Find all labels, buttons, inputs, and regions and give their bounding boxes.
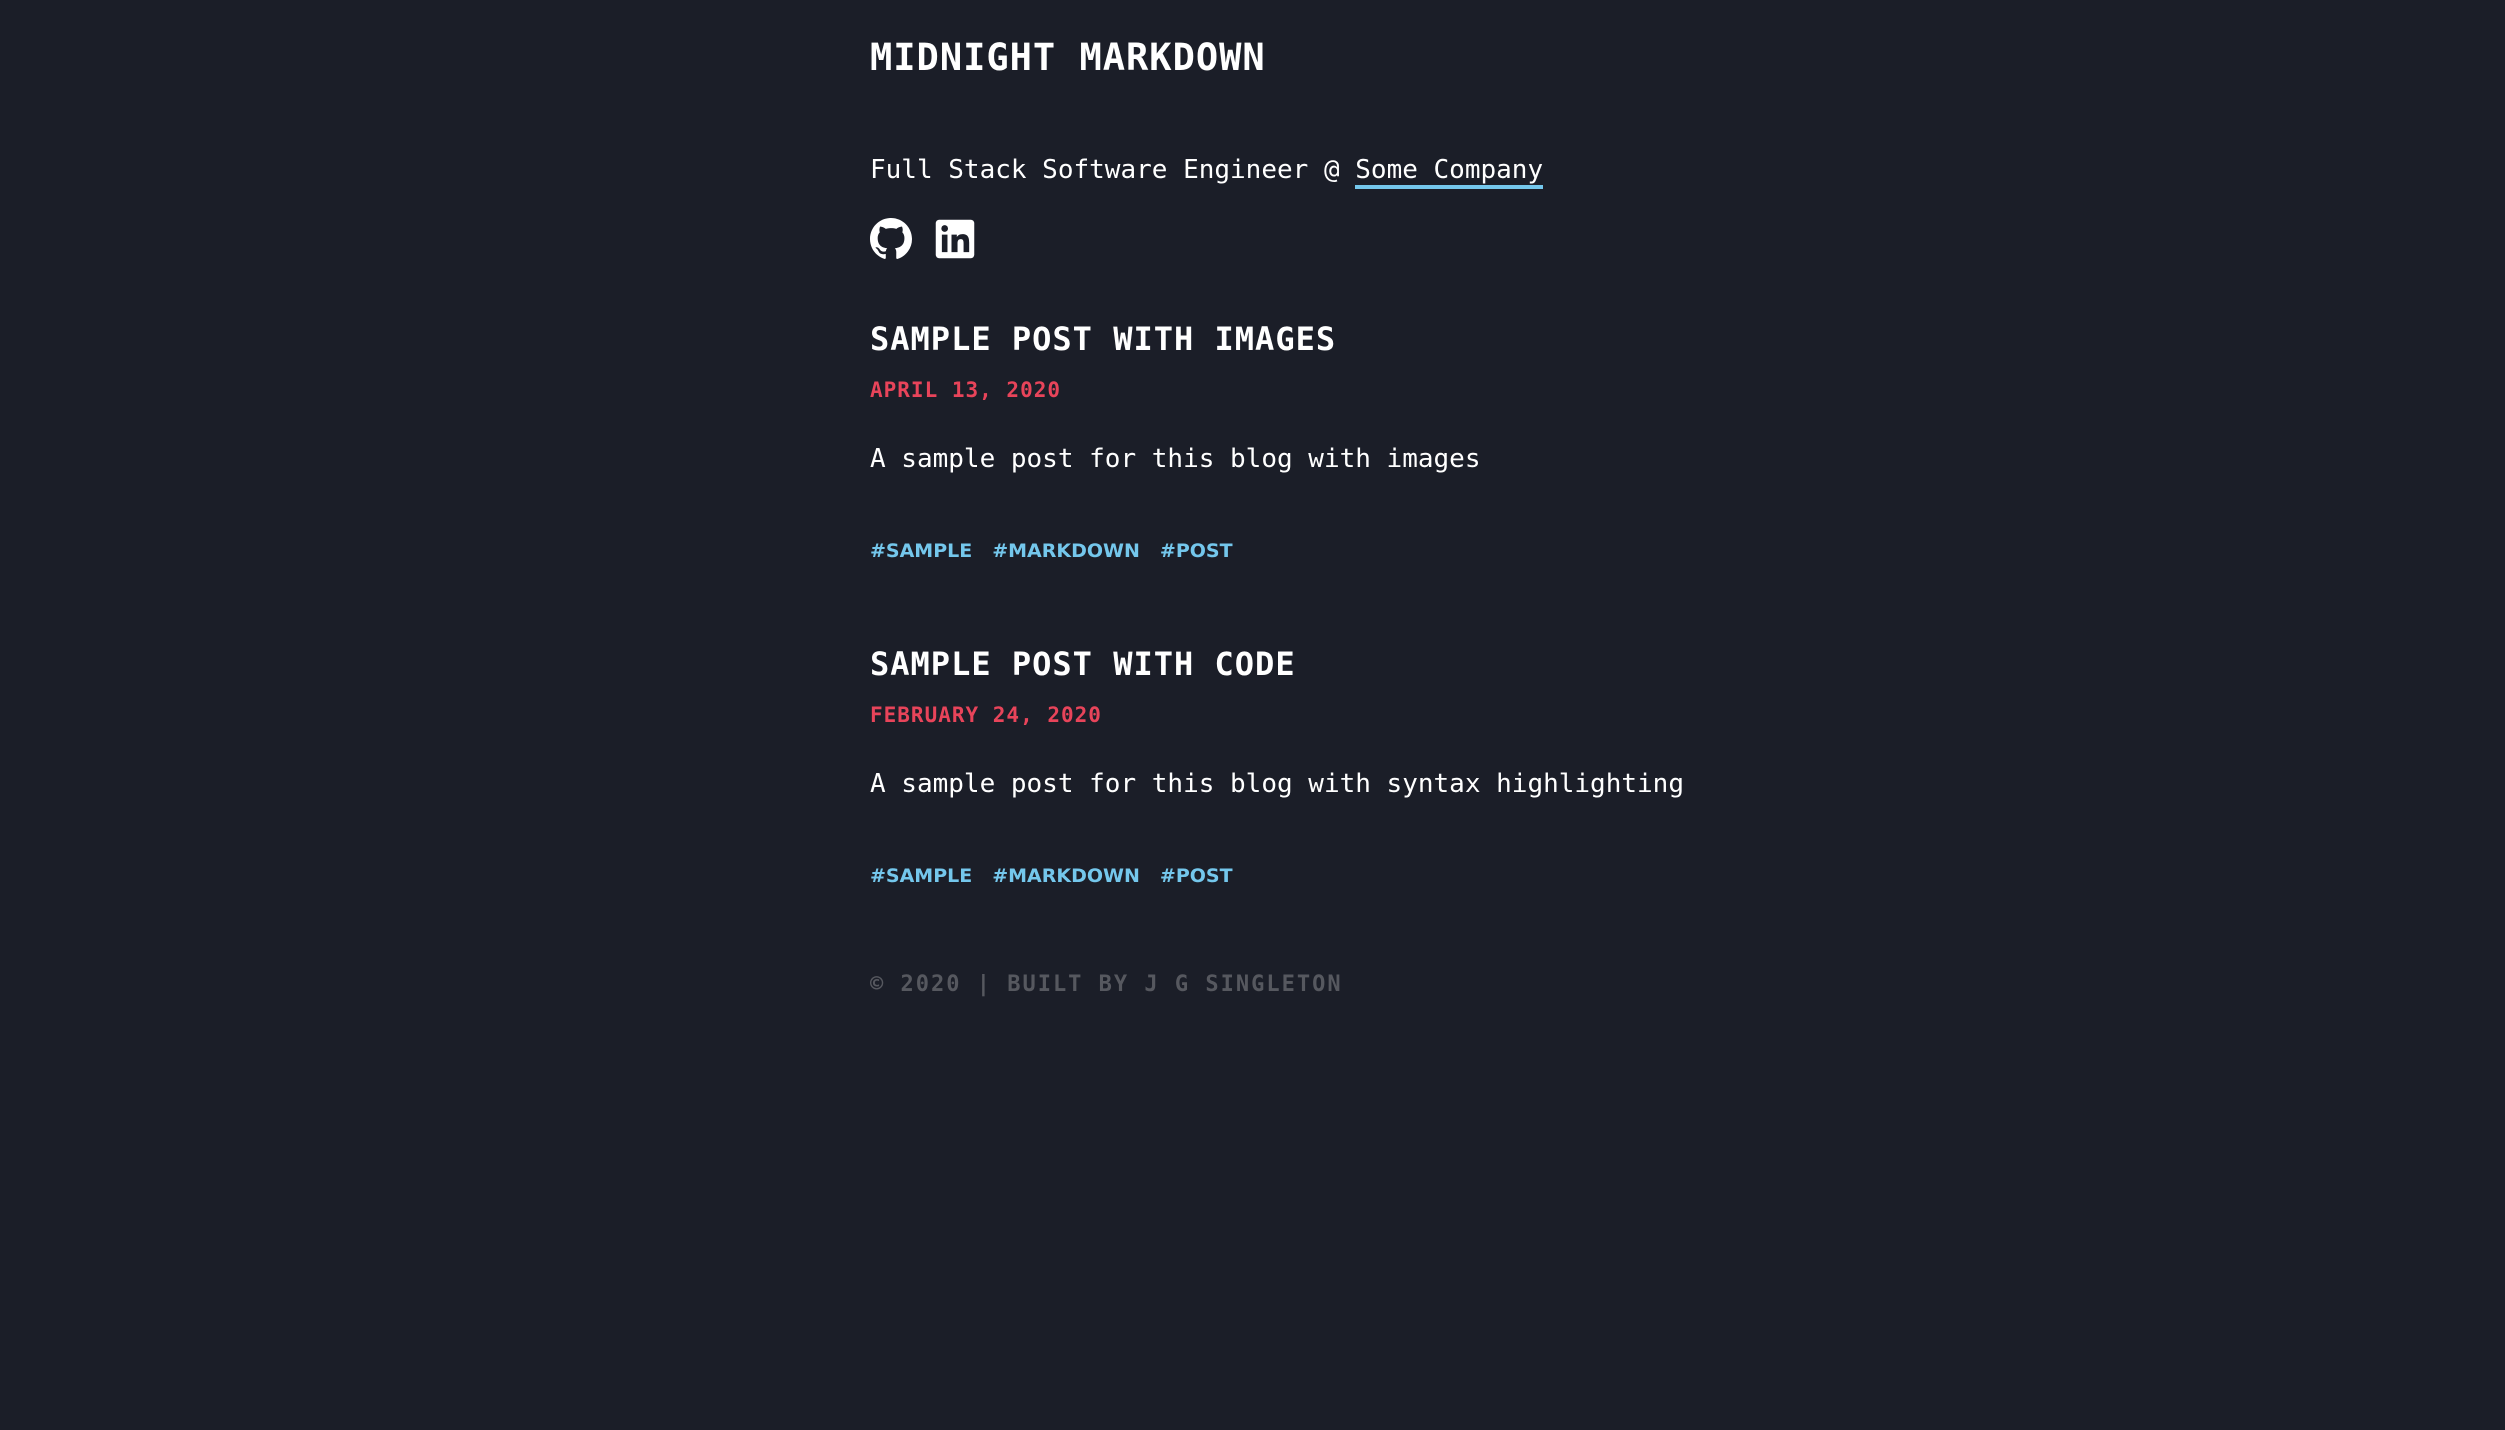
bio-text: Full Stack Software Engineer @ [870, 155, 1356, 185]
tag-post[interactable]: #POST [1160, 540, 1233, 562]
linkedin-icon [935, 219, 975, 259]
company-link[interactable]: Some Company [1355, 155, 1544, 189]
tag-markdown[interactable]: #MARKDOWN [992, 540, 1140, 562]
post-date: FEBRUARY 24, 2020 [870, 703, 1102, 727]
footer: © 2020 | BUILT BY J G SINGLETON [870, 972, 1343, 997]
post-title[interactable]: SAMPLE POST WITH IMAGES [870, 320, 1336, 358]
tag-sample[interactable]: #SAMPLE [870, 540, 972, 562]
tag-markdown[interactable]: #MARKDOWN [992, 865, 1140, 887]
tag-post[interactable]: #POST [1160, 865, 1233, 887]
post-date: APRIL 13, 2020 [870, 378, 1062, 402]
github-icon [870, 218, 912, 259]
tag-sample[interactable]: #SAMPLE [870, 865, 972, 887]
social-links [870, 218, 976, 260]
post-title[interactable]: SAMPLE POST WITH CODE [870, 645, 1296, 683]
post-description: A sample post for this blog with syntax … [870, 769, 1684, 799]
post-description: A sample post for this blog with images [870, 444, 1481, 474]
github-link[interactable] [870, 218, 912, 260]
linkedin-link[interactable] [934, 218, 976, 260]
site-title[interactable]: MIDNIGHT MARKDOWN [870, 36, 1266, 79]
post-tags: #SAMPLE #MARKDOWN #POST [870, 865, 1233, 887]
bio: Full Stack Software Engineer @ Some Comp… [870, 152, 1544, 189]
post-tags: #SAMPLE #MARKDOWN #POST [870, 540, 1233, 562]
